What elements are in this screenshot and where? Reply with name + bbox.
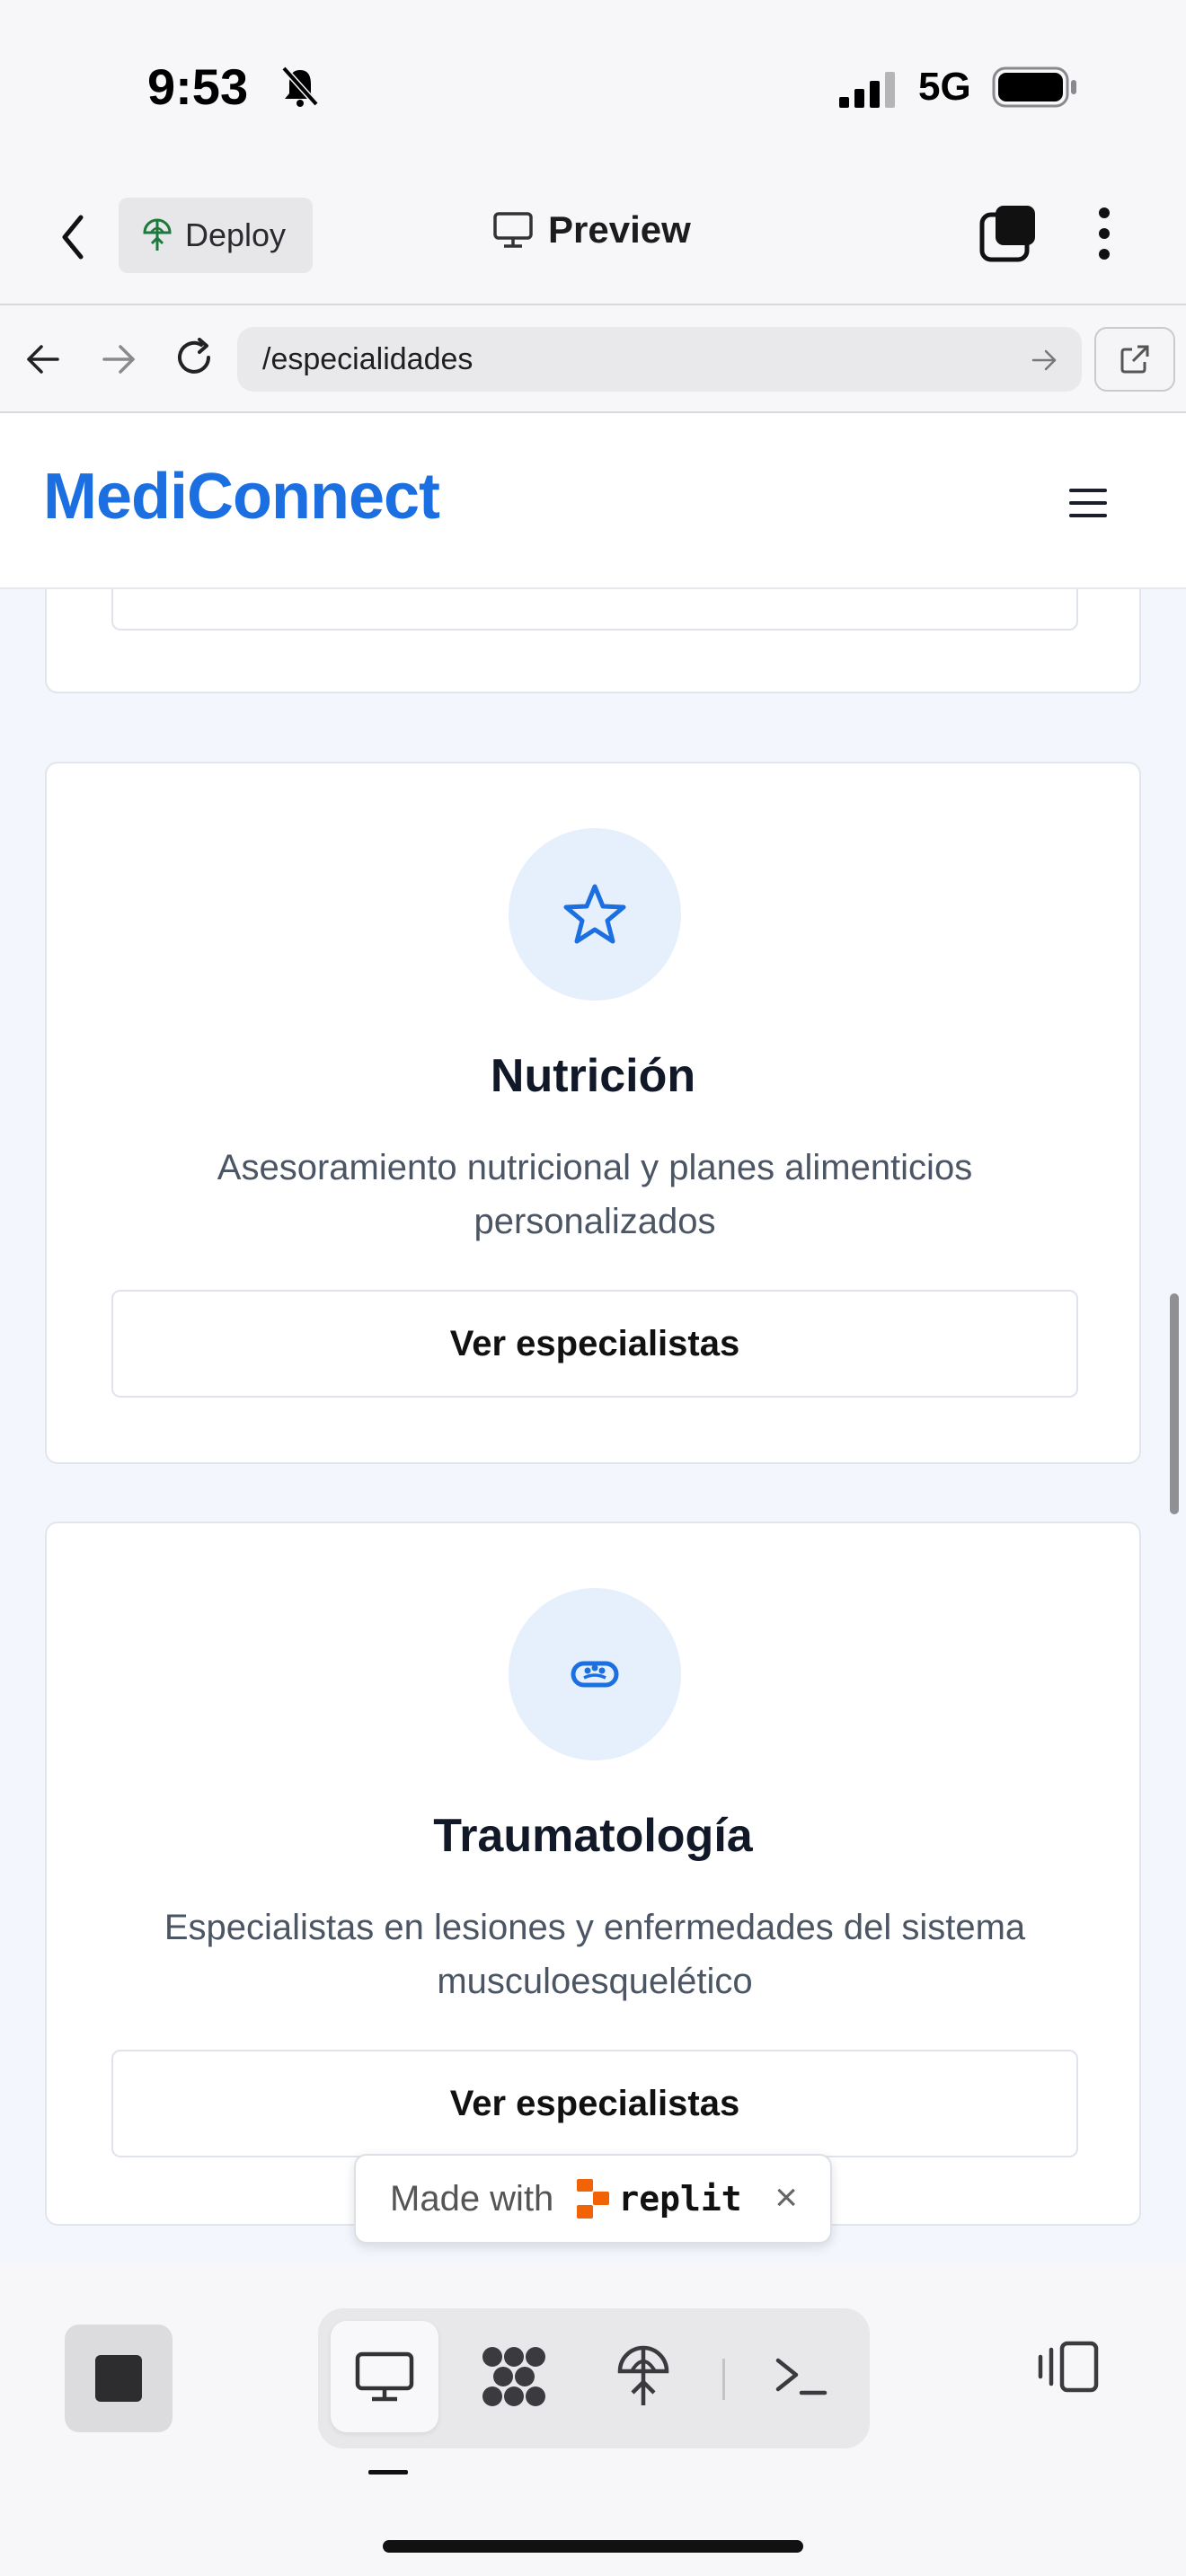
specialty-card: Nutrición Asesoramiento nutricional y pl… bbox=[45, 762, 1141, 1464]
card-description: Asesoramiento nutricional y planes alime… bbox=[217, 1148, 973, 1241]
url-row: /especialidades bbox=[0, 305, 1186, 413]
view-switcher bbox=[318, 2308, 870, 2448]
tabs-icon[interactable] bbox=[979, 205, 1037, 262]
url-input[interactable]: /especialidades bbox=[237, 327, 1082, 392]
deploy-icon bbox=[143, 218, 172, 251]
ver-especialistas-button[interactable]: Ver especialistas bbox=[111, 2050, 1078, 2157]
card-title: Nutrición bbox=[490, 1050, 696, 1102]
specialty-card: Traumatología Especialistas en lesiones … bbox=[45, 1522, 1141, 2226]
card-icon-circle bbox=[509, 1588, 681, 1760]
card-description: Especialistas en lesiones y enfermedades… bbox=[164, 1908, 1026, 2001]
workspace-view-button[interactable] bbox=[460, 2321, 568, 2432]
stop-icon bbox=[95, 2355, 142, 2402]
home-indicator[interactable] bbox=[383, 2540, 803, 2553]
bottom-toolbar bbox=[0, 2263, 1186, 2576]
card-icon-circle bbox=[509, 828, 681, 1001]
apps-icon bbox=[482, 2347, 545, 2406]
preview-view-button[interactable] bbox=[331, 2321, 438, 2432]
app-toolbar: Deploy Preview bbox=[0, 171, 1186, 305]
go-arrow-icon[interactable] bbox=[1031, 348, 1058, 372]
ver-especialistas-button[interactable]: Ver especialistas bbox=[111, 1290, 1078, 1398]
signal-icon bbox=[839, 72, 895, 108]
made-with-replit-badge[interactable]: Made with replit × bbox=[354, 2154, 832, 2244]
hamburger-menu-icon[interactable] bbox=[1069, 489, 1107, 526]
page-scrollbar[interactable] bbox=[1170, 1293, 1179, 1514]
silent-bell-icon bbox=[281, 66, 319, 107]
preview-label: Preview bbox=[548, 208, 691, 251]
preview-tab-title: Preview bbox=[492, 208, 691, 251]
battery-icon bbox=[992, 66, 1076, 108]
console-view-button[interactable] bbox=[748, 2321, 855, 2432]
nav-forward-icon[interactable] bbox=[101, 343, 137, 375]
site-header: MediConnect bbox=[0, 413, 1186, 589]
open-external-button[interactable] bbox=[1094, 327, 1175, 392]
status-time: 9:53 bbox=[147, 58, 249, 115]
replit-logo-icon bbox=[577, 2179, 610, 2219]
split-view-icon[interactable] bbox=[1035, 2341, 1100, 2393]
web-page: MediConnect Nutrición Asesoramiento nutr… bbox=[0, 413, 1186, 2263]
terminal-icon bbox=[775, 2358, 828, 2395]
network-type: 5G bbox=[918, 65, 971, 109]
monitor-icon bbox=[355, 2351, 414, 2402]
more-options-icon[interactable] bbox=[1098, 207, 1111, 260]
site-logo[interactable]: MediConnect bbox=[43, 460, 440, 534]
deploy-label: Deploy bbox=[185, 216, 287, 253]
made-with-label: Made with bbox=[390, 2178, 554, 2219]
star-icon bbox=[563, 884, 626, 944]
monitor-icon bbox=[493, 212, 533, 248]
segment-divider bbox=[722, 2359, 725, 2400]
back-chevron-icon[interactable] bbox=[59, 214, 86, 260]
stop-button[interactable] bbox=[65, 2325, 173, 2432]
close-badge-button[interactable]: × bbox=[774, 2175, 798, 2220]
status-bar: 9:53 5G bbox=[0, 0, 1186, 171]
card-title: Traumatología bbox=[433, 1810, 753, 1862]
url-path: /especialidades bbox=[262, 341, 474, 376]
deploy-button[interactable]: Deploy bbox=[119, 198, 313, 273]
bone-icon bbox=[571, 1661, 619, 1688]
nav-back-icon[interactable] bbox=[25, 343, 61, 375]
external-link-icon bbox=[1120, 345, 1149, 374]
deploy-icon bbox=[617, 2345, 669, 2405]
deployments-view-button[interactable] bbox=[589, 2321, 697, 2432]
reload-icon[interactable] bbox=[174, 338, 216, 379]
active-view-indicator bbox=[368, 2470, 408, 2475]
replit-wordmark: replit bbox=[618, 2179, 742, 2219]
